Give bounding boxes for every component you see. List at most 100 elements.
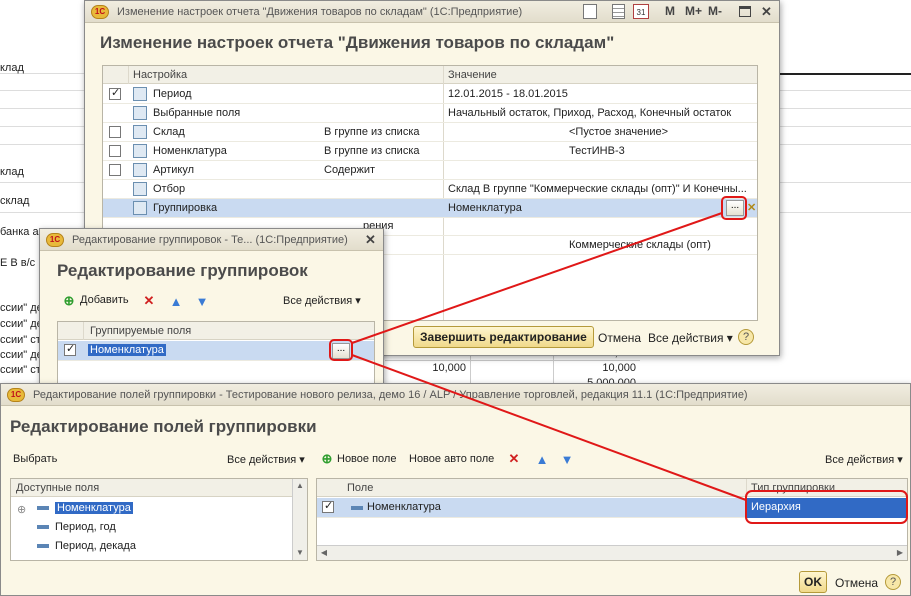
tree-item[interactable]: Период, декада xyxy=(55,540,136,552)
groupings-table[interactable]: Группируемые поля Номенклатура xyxy=(57,321,375,389)
groupings-titlebar[interactable]: 1С Редактирование группировок - Те... (1… xyxy=(40,229,383,251)
row-condition[interactable]: Содержит xyxy=(324,164,439,176)
new-field-button[interactable]: Новое поле xyxy=(337,453,396,465)
table-row[interactable]: Номенклатура xyxy=(58,341,374,361)
row-value-list[interactable]: ТестИНВ-3 xyxy=(569,145,754,157)
row-checkbox[interactable] xyxy=(109,126,121,138)
row-setting-name[interactable]: Период xyxy=(153,88,318,100)
all-actions-menu[interactable]: Все действия ▾ xyxy=(283,294,361,307)
all-actions-menu-right[interactable]: Все действия ▾ xyxy=(825,453,903,466)
form-heading: Редактирование группировок xyxy=(57,261,308,280)
fields-titlebar[interactable]: 1С Редактирование полей группировки - Те… xyxy=(1,384,910,406)
column-header-group-fields[interactable]: Группируемые поля xyxy=(90,325,191,337)
document-icon[interactable] xyxy=(583,4,597,19)
cancel-button[interactable]: Отмена xyxy=(598,331,641,345)
field-icon xyxy=(37,506,49,510)
calendar-icon[interactable]: 31 xyxy=(633,4,649,19)
scroll-right-icon[interactable]: ▶ xyxy=(893,546,907,560)
ok-button[interactable]: OK xyxy=(799,571,827,593)
finish-editing-button[interactable]: Завершить редактирование xyxy=(413,326,594,348)
expand-icon[interactable]: ⊕ xyxy=(17,503,26,516)
clear-icon[interactable]: ✕ xyxy=(747,201,756,214)
close-icon[interactable]: ✕ xyxy=(365,232,376,248)
memory-plus-button[interactable]: M+ xyxy=(685,4,702,18)
tree-header: Доступные поля xyxy=(11,479,307,497)
help-icon[interactable]: ? xyxy=(738,329,754,345)
tree-item[interactable]: Номенклатура xyxy=(55,502,133,514)
row-checkbox[interactable] xyxy=(109,86,121,100)
row-value[interactable]: Начальный остаток, Приход, Расход, Конеч… xyxy=(448,107,753,119)
tree-item[interactable]: Период, год xyxy=(55,521,116,533)
horizontal-scrollbar[interactable]: ◀ ▶ xyxy=(317,545,907,560)
all-actions-menu-left[interactable]: Все действия ▾ xyxy=(227,453,305,466)
table-row[interactable]: Артикул Содержит xyxy=(103,161,757,180)
available-fields-tree[interactable]: Доступные поля ⊕ Номенклатура Период, го… xyxy=(10,478,308,561)
row-checkbox[interactable] xyxy=(64,342,76,356)
report-row: ссии" ст xyxy=(0,364,41,376)
row-setting-name[interactable]: Отбор xyxy=(153,183,318,195)
report-row: ссии" де xyxy=(0,318,43,330)
table-header: Группируемые поля xyxy=(58,322,374,340)
window-title: Редактирование полей группировки - Тести… xyxy=(33,388,748,401)
maximize-icon[interactable] xyxy=(739,6,751,17)
row-value[interactable]: Склад В группе "Коммерческие склады (опт… xyxy=(448,183,753,195)
close-icon[interactable]: ✕ xyxy=(761,4,772,20)
report-row: клад xyxy=(0,62,24,74)
move-up-icon[interactable]: ▲ xyxy=(168,293,184,309)
row-value-list[interactable]: <Пустое значение> xyxy=(569,126,754,138)
delete-icon[interactable]: ✕ xyxy=(141,293,157,309)
table-row[interactable]: Отбор Склад В группе "Коммерческие склады… xyxy=(103,180,757,199)
memory-minus-button[interactable]: M- xyxy=(708,4,722,18)
new-auto-field-button[interactable]: Новое авто поле xyxy=(409,453,494,465)
column-header-setting[interactable]: Настройка xyxy=(133,69,187,81)
report-rule xyxy=(779,73,911,75)
column-header-value[interactable]: Значение xyxy=(448,69,497,81)
table-row[interactable]: Группировка Номенклатура... ✕ xyxy=(103,196,757,220)
row-value[interactable]: 12.01.2015 - 18.01.2015 xyxy=(448,88,753,100)
report-row: Е В в/с xyxy=(0,257,36,269)
column-header-field[interactable]: Поле xyxy=(347,482,373,494)
row-setting-name[interactable]: Склад xyxy=(153,126,318,138)
move-down-icon[interactable]: ▼ xyxy=(194,293,210,309)
table-row[interactable]: Склад В группе из списка <Пустое значение> xyxy=(103,123,757,142)
help-icon[interactable]: ? xyxy=(885,574,901,590)
move-down-icon[interactable]: ▼ xyxy=(559,451,575,467)
row-checkbox[interactable] xyxy=(109,145,121,157)
all-actions-menu[interactable]: Все действия ▾ xyxy=(648,331,733,345)
vertical-scrollbar[interactable]: ▲ ▼ xyxy=(292,479,307,560)
window-title: Изменение настроек отчета "Движения това… xyxy=(117,5,523,18)
column-header-available: Доступные поля xyxy=(16,482,100,494)
scroll-down-icon[interactable]: ▼ xyxy=(293,546,307,560)
row-field-name[interactable]: Номенклатура xyxy=(88,344,166,356)
scroll-left-icon[interactable]: ◀ xyxy=(317,546,331,560)
groupings-window: 1С Редактирование группировок - Те... (1… xyxy=(39,228,384,389)
row-value[interactable]: Номенклатура xyxy=(448,202,753,214)
table-row[interactable]: Номенклатура В группе из списка ТестИНВ-3 xyxy=(103,142,757,161)
cancel-button[interactable]: Отмена xyxy=(835,576,878,590)
row-setting-name[interactable]: Номенклатура xyxy=(153,145,318,157)
row-checkbox[interactable] xyxy=(109,164,121,176)
row-checkbox[interactable] xyxy=(322,499,334,513)
row-setting-name[interactable]: Артикул xyxy=(153,164,318,176)
row-setting-name[interactable]: Группировка xyxy=(153,202,318,214)
report-number: 10,000 xyxy=(432,362,466,374)
delete-icon[interactable]: ✕ xyxy=(506,451,522,467)
report-row: банка а xyxy=(0,226,39,238)
calculator-icon[interactable] xyxy=(612,4,625,19)
add-icon[interactable]: ⊕ xyxy=(319,451,335,467)
table-row[interactable]: Выбранные поля Начальный остаток, Приход,… xyxy=(103,104,757,123)
move-up-icon[interactable]: ▲ xyxy=(534,451,550,467)
form-heading: Изменение настроек отчета "Движения това… xyxy=(100,33,615,52)
scroll-up-icon[interactable]: ▲ xyxy=(293,479,307,493)
add-button[interactable]: Добавить xyxy=(80,294,129,306)
table-row[interactable]: Период 12.01.2015 - 18.01.2015 xyxy=(103,85,757,104)
row-field-name[interactable]: Номенклатура xyxy=(367,501,441,513)
add-icon[interactable]: ⊕ xyxy=(61,293,77,309)
memory-button[interactable]: M xyxy=(665,4,675,18)
row-condition[interactable]: В группе из списка xyxy=(324,145,439,157)
row-condition[interactable]: В группе из списка xyxy=(324,126,439,138)
select-button[interactable]: Выбрать xyxy=(13,453,57,465)
row-setting-name[interactable]: Выбранные поля xyxy=(153,107,318,119)
settings-titlebar[interactable]: 1С Изменение настроек отчета "Движения т… xyxy=(85,1,779,23)
setting-icon xyxy=(133,163,147,177)
